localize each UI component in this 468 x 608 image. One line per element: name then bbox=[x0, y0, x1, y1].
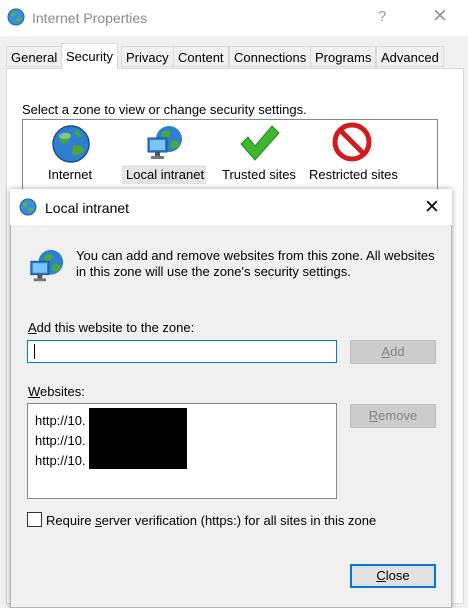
intranet-info-icon bbox=[30, 249, 64, 282]
websites-label: Websites: bbox=[28, 384, 85, 399]
restricted-icon[interactable] bbox=[332, 122, 372, 162]
tab-security[interactable]: Security bbox=[61, 43, 118, 69]
zone-label-trusted-sites[interactable]: Trusted sites bbox=[222, 167, 296, 182]
close-button[interactable]: Close bbox=[350, 564, 436, 588]
tab-content[interactable]: Content bbox=[173, 46, 229, 67]
intranet-icon[interactable] bbox=[145, 124, 185, 164]
zone-info-text: You can add and remove websites from thi… bbox=[76, 248, 435, 279]
add-website-label: Add this website to the zone: bbox=[28, 320, 195, 335]
zone-label-local-intranet[interactable]: Local intranet bbox=[126, 167, 204, 182]
list-item[interactable]: http://10. bbox=[35, 453, 86, 468]
tab-connections[interactable]: Connections bbox=[229, 46, 312, 67]
tab-privacy[interactable]: Privacy bbox=[121, 46, 174, 67]
text-caret bbox=[34, 344, 35, 359]
dialog-globe-icon bbox=[19, 198, 37, 216]
tab-advanced[interactable]: Advanced bbox=[376, 46, 444, 67]
internet-properties-globe-icon bbox=[7, 8, 25, 26]
tab-programs[interactable]: Programs bbox=[310, 46, 377, 67]
tab-general[interactable]: General bbox=[6, 46, 63, 67]
remove-button[interactable]: Remove bbox=[350, 404, 436, 428]
zone-label-internet[interactable]: Internet bbox=[48, 167, 92, 182]
add-website-field[interactable] bbox=[28, 341, 336, 362]
dialog-close-button[interactable]: ✕ bbox=[424, 196, 440, 219]
add-website-input[interactable] bbox=[27, 340, 337, 363]
internet-properties-title: Internet Properties bbox=[32, 10, 148, 26]
add-button[interactable]: Add bbox=[350, 340, 436, 364]
zone-label-restricted-sites[interactable]: Restricted sites bbox=[309, 167, 398, 182]
redaction-block bbox=[89, 408, 187, 469]
require-server-verification-label[interactable]: Require server verification (https:) for… bbox=[46, 513, 376, 528]
dialog-title: Local intranet bbox=[45, 200, 130, 216]
globe-icon[interactable] bbox=[51, 124, 91, 164]
require-server-verification-checkbox[interactable] bbox=[27, 512, 42, 527]
help-button[interactable]: ? bbox=[378, 8, 386, 25]
internet-properties-close-button[interactable]: ✕ bbox=[432, 5, 448, 28]
checkmark-icon[interactable] bbox=[238, 122, 280, 164]
list-item[interactable]: http://10. bbox=[35, 433, 86, 448]
list-item[interactable]: http://10. bbox=[35, 413, 86, 428]
zone-prompt: Select a zone to view or change security… bbox=[22, 102, 307, 117]
